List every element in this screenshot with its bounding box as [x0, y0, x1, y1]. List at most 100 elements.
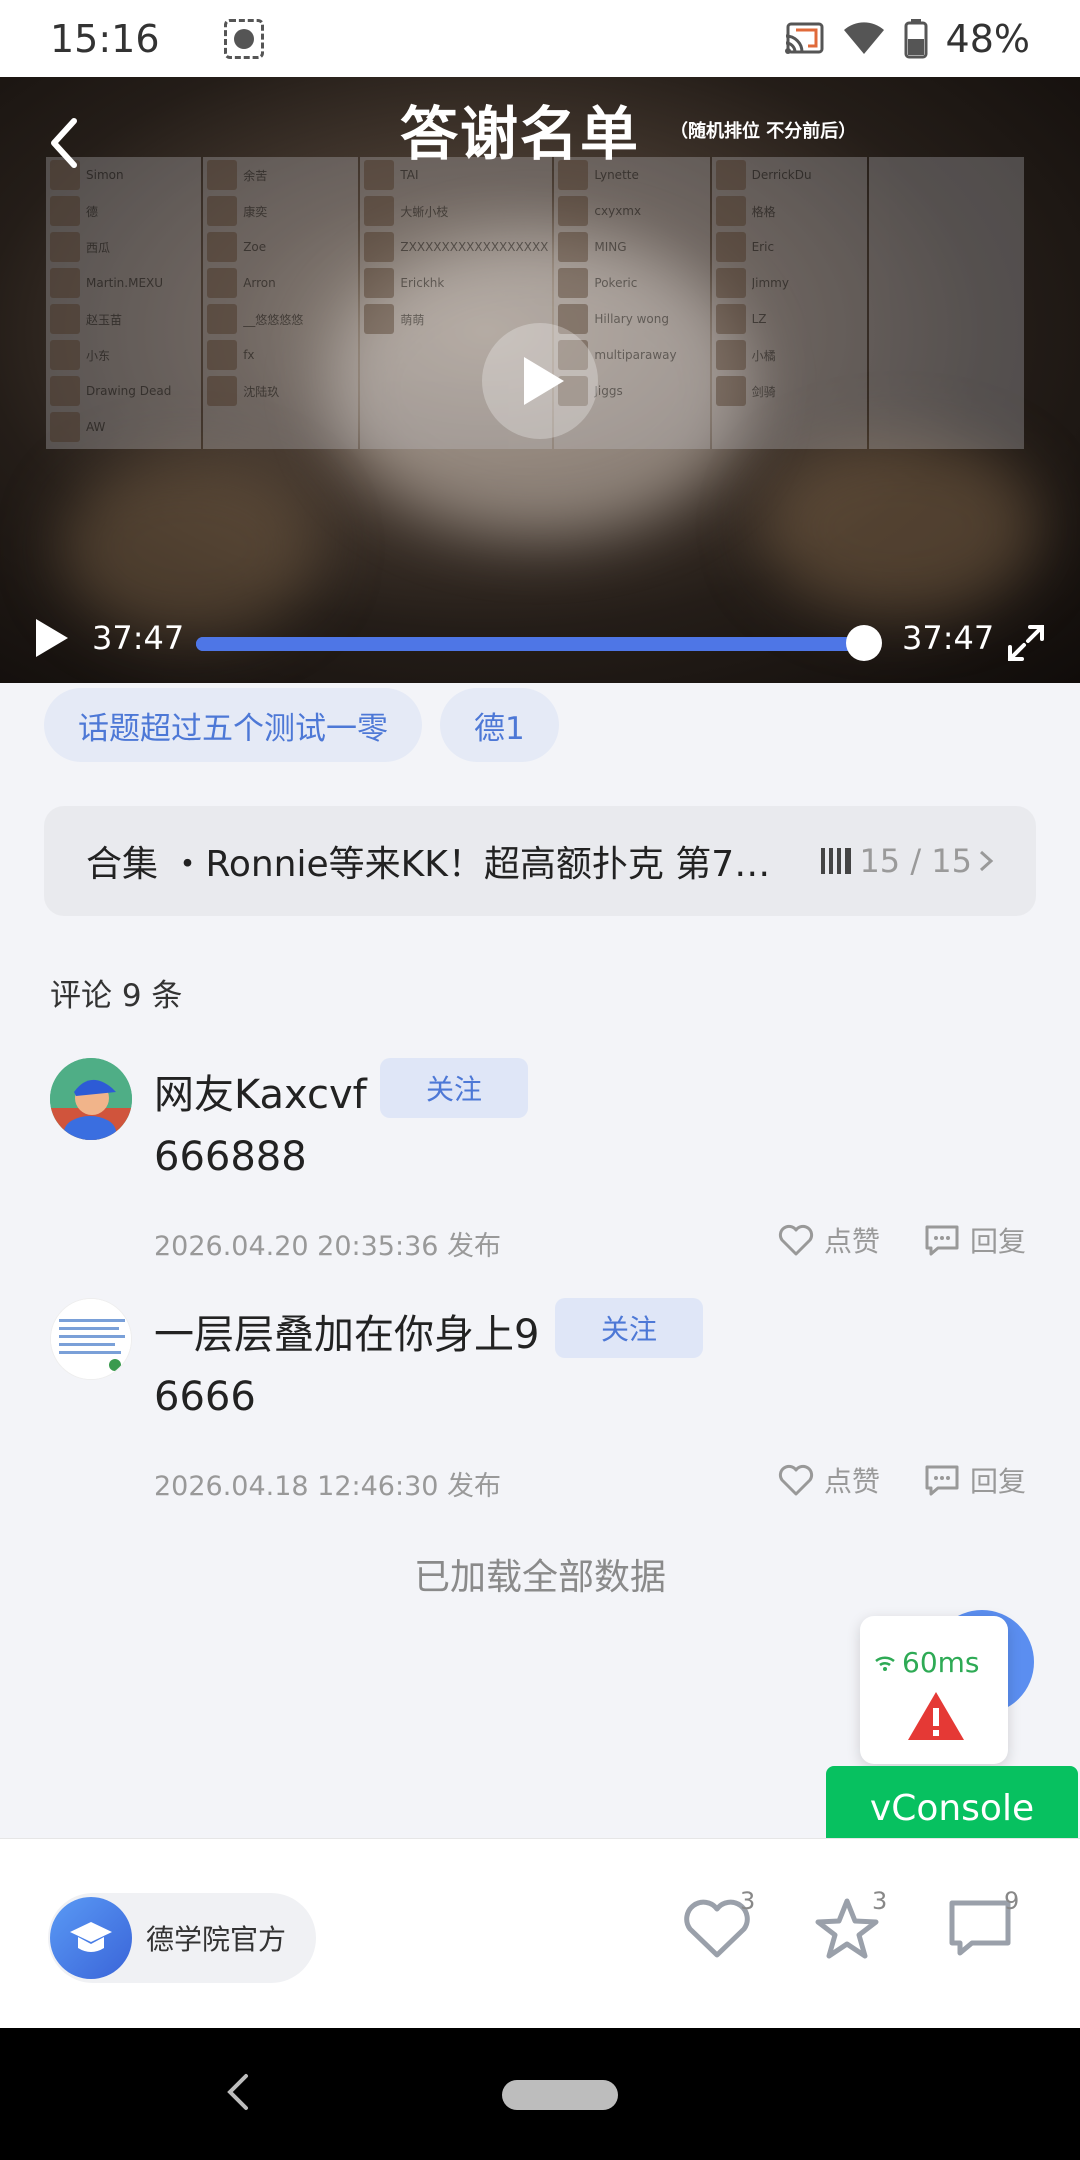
collection-bar[interactable]: 合集 ・Ronnie等来KK！超高额扑克 第7… 15 / 15	[44, 806, 1036, 916]
author-chip[interactable]: 德学院官方	[48, 1893, 316, 1983]
credit-row: 沈陆玖	[203, 373, 358, 409]
credit-name: MING	[594, 240, 627, 254]
graduation-cap-icon	[70, 1922, 112, 1952]
comment-author[interactable]: 网友Kaxcvf	[154, 1062, 367, 1120]
credit-name: 小东	[86, 348, 111, 363]
avatar-illustration	[50, 1058, 132, 1140]
credit-row: AW	[46, 409, 201, 445]
credit-avatar	[50, 232, 80, 262]
duration: 37:47	[902, 619, 995, 657]
comment-count: 9	[1004, 1887, 1020, 1915]
credit-name: 格格	[751, 204, 776, 219]
topic-tag[interactable]: 话题超过五个测试一零	[44, 688, 422, 762]
comment-author[interactable]: 一层层叠加在你身上9	[154, 1302, 539, 1360]
credit-row: 小东	[46, 337, 201, 373]
avatar[interactable]	[50, 1298, 132, 1380]
comment-time: 2026.04.20 20:35:36 发布	[154, 1231, 502, 1262]
credit-avatar	[207, 304, 238, 334]
collection-label: 合集 ・Ronnie等来KK！超高额扑克 第7…	[86, 844, 771, 885]
credit-row: 西瓜	[46, 229, 201, 265]
avatar[interactable]	[50, 1058, 132, 1140]
credit-name: 赵玉苗	[86, 312, 123, 327]
credit-avatar	[50, 196, 80, 226]
nav-back-button[interactable]	[226, 2072, 250, 2116]
reply-button[interactable]: 回复	[924, 1460, 1026, 1500]
favorite-count: 3	[872, 1887, 888, 1915]
avatar-document-image	[51, 1299, 131, 1379]
credit-name: ZXXXXXXXXXXXXXXXXX	[400, 240, 549, 254]
credit-avatar	[715, 304, 746, 334]
credit-name: Pokeric	[594, 276, 638, 290]
like-label: 点赞	[824, 1225, 881, 1258]
heart-icon	[778, 1464, 814, 1496]
credit-name: 沈陆玖	[243, 384, 280, 399]
credit-name: Jiggs	[594, 384, 623, 398]
credit-avatar	[364, 160, 395, 190]
credit-row: Drawing Dead	[46, 373, 201, 409]
comment-text: 6666	[154, 1374, 256, 1420]
fullscreen-button[interactable]	[1006, 623, 1046, 667]
credit-name: Eric	[751, 240, 775, 254]
credit-row: __悠悠悠悠	[203, 301, 358, 337]
wifi-icon	[843, 21, 884, 54]
topic-tag[interactable]: 德1	[440, 688, 559, 762]
credit-row: ZXXXXXXXXXXXXXXXXX	[360, 229, 552, 265]
video-blur-blob	[760, 437, 1040, 617]
credit-avatar	[207, 340, 238, 370]
credit-name: Jimmy	[751, 276, 789, 290]
credit-avatar	[715, 376, 746, 406]
heart-icon	[778, 1224, 814, 1256]
collection-progress-group: 15 / 15	[819, 842, 994, 880]
nav-home-pill[interactable]	[502, 2080, 618, 2110]
credit-name: __悠悠悠悠	[243, 312, 304, 327]
reply-button[interactable]: 回复	[924, 1220, 1026, 1260]
credit-row: Jimmy	[712, 265, 867, 301]
credit-avatar	[50, 376, 80, 406]
chevron-left-icon	[227, 2074, 248, 2110]
credit-avatar	[207, 232, 238, 262]
credit-avatar	[50, 412, 80, 442]
credit-avatar	[50, 304, 80, 334]
video-player[interactable]: Simon 德西瓜 Martin.MEXU 赵玉苗 小东 Drawing Dead AW 余苦…	[0, 77, 1080, 683]
follow-button[interactable]: 关注	[380, 1058, 528, 1118]
credit-name: 大蜥小枝	[400, 204, 449, 219]
credit-name: 剑骑	[751, 384, 776, 399]
credit-name: cxyxmx	[594, 204, 642, 218]
episodes-icon	[821, 848, 852, 874]
bottom-action-bar: 德学院官方 3 3 9	[0, 1838, 1080, 2028]
credit-name: 德	[86, 204, 99, 219]
credit-row: DerrickDu	[712, 157, 867, 193]
load-all-text: 已加载全部数据	[413, 1557, 666, 1598]
credit-name: Hillary wong	[594, 312, 669, 326]
network-latency-widget[interactable]: 60ms	[860, 1616, 1008, 1764]
like-count: 3	[740, 1887, 756, 1915]
progress-bar[interactable]	[196, 637, 864, 651]
credits-column: DerrickDu 格格 Eric Jimmy LZ 小橘 剑骑	[711, 157, 867, 449]
credit-avatar	[364, 196, 395, 226]
video-overlay-subtitle: （随机排位 不分前后）	[670, 121, 857, 142]
credit-avatar	[558, 268, 589, 298]
like-button[interactable]: 点赞	[778, 1220, 880, 1260]
back-button[interactable]	[40, 113, 90, 173]
latency-value: 60ms	[902, 1646, 980, 1679]
comment-icon	[925, 1465, 959, 1496]
like-button[interactable]: 点赞	[778, 1460, 880, 1500]
credit-row: 大蜥小枝	[360, 193, 552, 229]
credit-name: Drawing Dead	[86, 384, 172, 398]
credit-row: cxyxmx	[554, 193, 709, 229]
credit-avatar	[715, 340, 746, 370]
credit-avatar	[207, 376, 238, 406]
progress-fill	[196, 637, 864, 651]
center-play-button[interactable]	[482, 323, 598, 439]
play-icon	[524, 357, 564, 405]
follow-button[interactable]: 关注	[555, 1298, 703, 1358]
author-avatar	[50, 1897, 132, 1979]
credit-name: Zoe	[243, 240, 267, 254]
topic-tags: 话题超过五个测试一零 德1	[44, 688, 559, 762]
comment-time: 2026.04.18 12:46:30 发布	[154, 1471, 502, 1502]
progress-thumb[interactable]	[846, 625, 882, 661]
play-pause-button[interactable]	[34, 617, 70, 663]
credit-row: Arron	[203, 265, 358, 301]
credit-row: 德	[46, 193, 201, 229]
credit-avatar	[364, 268, 395, 298]
